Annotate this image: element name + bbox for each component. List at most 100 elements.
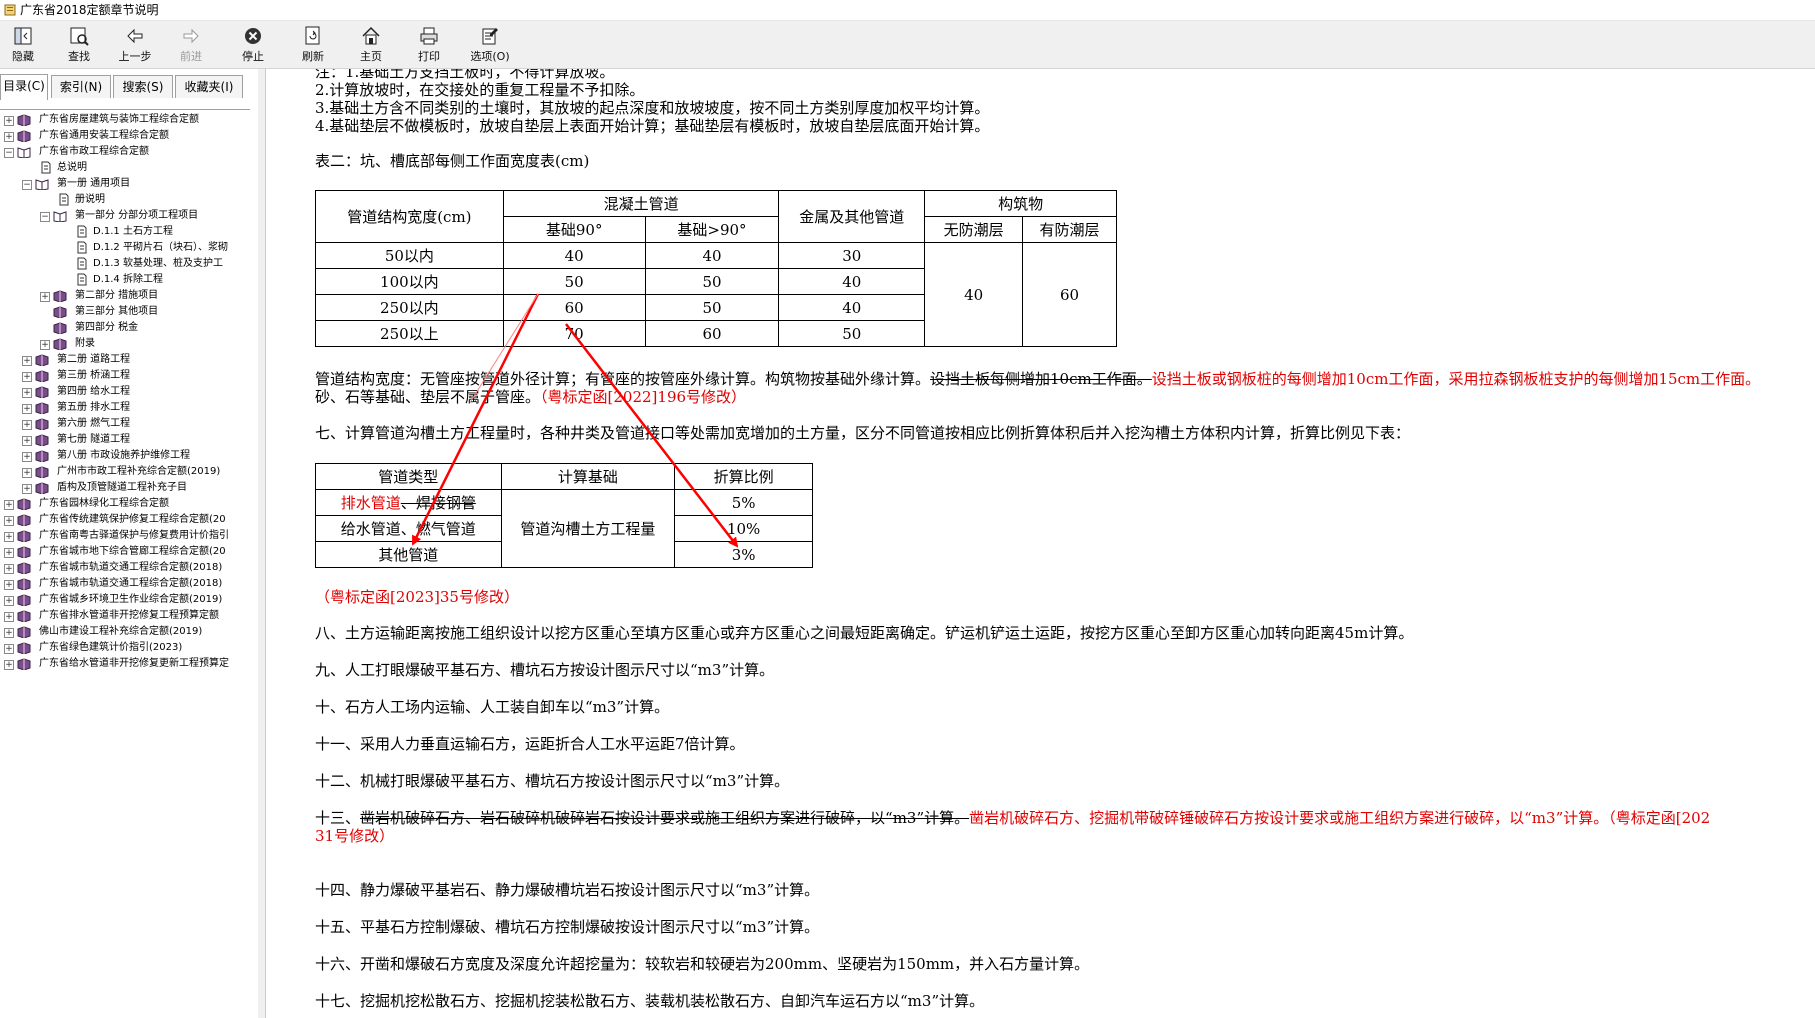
table-cell: 50以内 (315, 242, 504, 269)
table-cell: 10% (674, 515, 813, 542)
options-button[interactable]: 选项(O) (465, 23, 515, 67)
collapse-icon[interactable]: − (4, 148, 14, 158)
expand-icon[interactable]: + (22, 468, 32, 478)
expand-icon[interactable]: + (22, 420, 32, 430)
table-cell: 100以内 (315, 268, 504, 295)
header-no-moisture-layer: 无防潮层 (924, 216, 1024, 243)
back-button[interactable]: 上一步 (112, 23, 158, 67)
expand-icon[interactable]: + (22, 404, 32, 414)
table-cell: 50 (502, 268, 646, 295)
table-cell: 60 (1022, 242, 1117, 347)
stop-button[interactable]: 停止 (230, 23, 276, 67)
book-icon (35, 402, 49, 414)
header-moisture-layer: 有防潮层 (1022, 216, 1117, 243)
content-pane: 注：1.基础土方支挡土板时，不得计算放坡。 2.计算放坡时，在交接处的重复工程量… (266, 69, 1815, 1018)
book-icon (35, 370, 49, 382)
tab-index[interactable]: 索引(N) (51, 75, 111, 98)
header-metal-pipe: 金属及其他管道 (778, 190, 926, 243)
expand-icon[interactable]: + (4, 132, 14, 142)
nav-tabs: 目录(C) 索引(N) 搜索(S) 收藏夹(I) (0, 74, 258, 100)
note-1: 注：1.基础土方支挡土板时，不得计算放坡。 (315, 69, 615, 81)
conversion-ratio-table: 管道类型 计算基础 折算比例 排水管道、焊接钢管 管道沟槽土方工程量 5% 给水… (315, 463, 813, 568)
table-cell: 30 (778, 242, 926, 269)
deleted-text: 设挡土板每侧增加10cm工作面。 (930, 370, 1152, 388)
print-button[interactable]: 打印 (406, 23, 452, 67)
hide-button[interactable]: 隐藏 (0, 23, 46, 67)
window-title: 广东省2018定额章节说明 (20, 3, 159, 17)
expand-icon[interactable]: + (4, 660, 14, 670)
refresh-icon (305, 26, 320, 45)
book-icon (17, 642, 31, 654)
expand-icon[interactable]: + (4, 644, 14, 654)
collapse-icon[interactable]: − (40, 212, 50, 222)
expand-icon[interactable]: + (22, 436, 32, 446)
para-pipe-width: 管道结构宽度：无管座按管道外径计算；有管座的按管座外缘计算。构筑物按基础外缘计算… (315, 370, 1761, 388)
expand-icon[interactable]: + (4, 548, 14, 558)
table-cell: 40 (924, 242, 1024, 347)
table-cell: 40 (644, 242, 780, 269)
header-structure: 构筑物 (924, 190, 1117, 217)
table-cell: 50 (644, 294, 780, 321)
book-icon (17, 578, 31, 590)
header-pipe-type: 管道类型 (315, 463, 502, 490)
forward-arrow-icon (183, 28, 199, 44)
note-4: 4.基础垫层不做模板时，放坡自垫层上表面开始计算；基础垫层有模板时，放坡自垫层底… (315, 117, 990, 135)
collapse-icon[interactable]: − (22, 180, 32, 190)
expand-icon[interactable]: + (4, 596, 14, 606)
header-concrete-pipe: 混凝土管道 (502, 190, 780, 217)
expand-icon[interactable]: + (4, 516, 14, 526)
toolbar: 隐藏 查找 上一步 前进 停止 刷新 主页 打印 选项(O) (0, 21, 1815, 69)
header-calc-base: 计算基础 (500, 463, 676, 490)
book-icon (35, 482, 49, 494)
expand-icon[interactable]: + (22, 484, 32, 494)
refresh-button[interactable]: 刷新 (290, 23, 336, 67)
para-12: 十二、机械打眼爆破平基石方、槽坑石方按设计图示尺寸以“m3”计算。 (315, 772, 790, 790)
expand-icon[interactable]: + (22, 372, 32, 382)
table-cell: 250以内 (315, 294, 504, 321)
expand-icon[interactable]: + (4, 628, 14, 638)
book-icon (35, 434, 49, 446)
page-icon (77, 273, 87, 286)
header-base-gt-90: 基础>90° (644, 216, 780, 243)
tab-search[interactable]: 搜索(S) (113, 75, 173, 98)
expand-icon[interactable]: + (4, 500, 14, 510)
tab-contents[interactable]: 目录(C) (0, 74, 48, 100)
tab-favorites[interactable]: 收藏夹(I) (175, 75, 243, 98)
para-8: 八、土方运输距离按施工组织设计以挖方区重心至填方区重心或弃方区重心之间最短距离确… (315, 624, 1414, 642)
expand-icon[interactable]: + (22, 452, 32, 462)
para-14: 十四、静力爆破平基岩石、静力爆破槽坑岩石按设计图示尺寸以“m3”计算。 (315, 881, 820, 899)
home-button[interactable]: 主页 (348, 23, 394, 67)
page-icon (77, 257, 87, 270)
expand-icon[interactable]: + (4, 564, 14, 574)
book-icon (17, 498, 31, 510)
expand-icon[interactable]: + (4, 580, 14, 590)
book-icon (17, 114, 31, 126)
expand-icon[interactable]: + (4, 116, 14, 126)
expand-icon[interactable]: + (4, 612, 14, 622)
expand-icon[interactable]: + (4, 532, 14, 542)
navigation-pane: 目录(C) 索引(N) 搜索(S) 收藏夹(I) + 广东省房屋建筑与装饰工程综合… (0, 69, 259, 1018)
revision-note: （粤标定函[2022]196号修改） (540, 388, 747, 406)
table-cell: 250以上 (315, 320, 504, 347)
revised-text: 凿岩机破碎石方、挖掘机带破碎锤破碎石方按设计要求或施工组织方案进行破碎，以“m3… (969, 809, 1711, 827)
book-icon (17, 594, 31, 606)
forward-button[interactable]: 前进 (168, 23, 214, 67)
book-icon (35, 466, 49, 478)
open-book-icon (17, 147, 31, 158)
table-cell: 3% (674, 541, 813, 568)
book-icon (35, 450, 49, 462)
para-11: 十一、采用人力垂直运输石方，运距折合人工水平运距7倍计算。 (315, 735, 745, 753)
expand-icon[interactable]: + (22, 388, 32, 398)
find-button[interactable]: 查找 (56, 23, 102, 67)
open-book-icon (35, 179, 49, 190)
book-icon (17, 562, 31, 574)
table-cell: 管道沟槽土方工程量 (500, 489, 676, 568)
open-book-icon (53, 211, 67, 222)
expand-icon[interactable]: + (22, 356, 32, 366)
expand-icon[interactable]: + (40, 340, 50, 350)
expand-icon[interactable]: + (40, 292, 50, 302)
header-ratio: 折算比例 (674, 463, 813, 490)
para-pipe-width-2: 砂、石等基础、垫层不属于管座。（粤标定函[2022]196号修改） (315, 388, 747, 406)
stop-icon (245, 28, 261, 44)
pane-splitter[interactable] (258, 69, 266, 1018)
